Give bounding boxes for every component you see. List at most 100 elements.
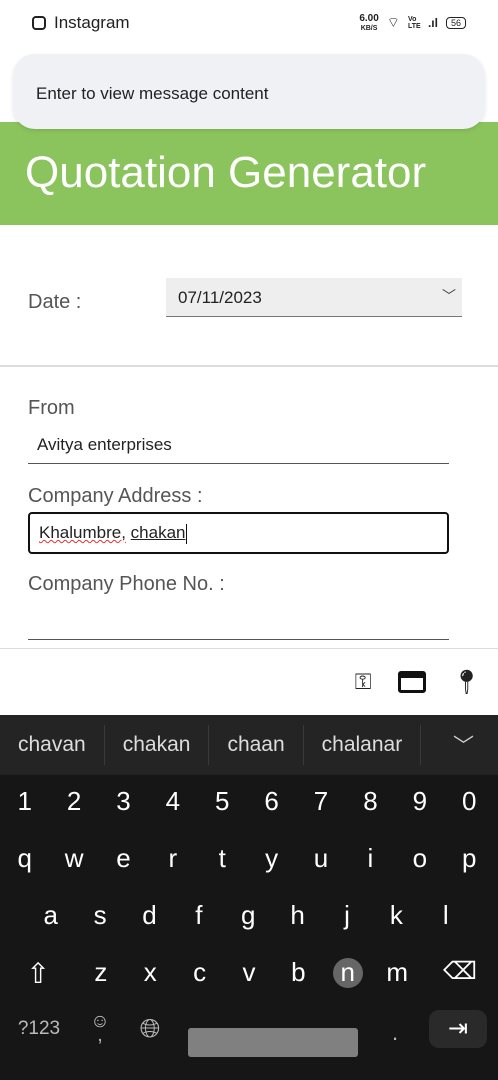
key-label: h (290, 900, 305, 930)
suggestion[interactable]: chavan (0, 725, 105, 765)
key-label: z (94, 957, 108, 987)
key-f[interactable]: f (174, 900, 223, 931)
key-t[interactable]: t (198, 843, 247, 874)
key-label: d (142, 900, 157, 930)
next-key[interactable]: ⇥ (429, 1010, 487, 1048)
key-x[interactable]: x (126, 957, 175, 990)
key-label: t (218, 843, 226, 873)
key-b[interactable]: b (274, 957, 323, 990)
key-q[interactable]: q (0, 843, 49, 874)
key-4[interactable]: 4 (148, 786, 197, 817)
key-label: k (389, 900, 403, 930)
key-d[interactable]: d (125, 900, 174, 931)
key-label: g (241, 900, 256, 930)
key-l[interactable]: l (421, 900, 470, 931)
key-5[interactable]: 5 (198, 786, 247, 817)
key-c[interactable]: c (175, 957, 224, 990)
key-g[interactable]: g (224, 900, 273, 931)
key-label: u (313, 843, 329, 873)
credit-card-icon[interactable] (397, 671, 426, 693)
key-v[interactable]: v (224, 957, 273, 990)
key-j[interactable]: j (322, 900, 371, 931)
status-bar: Instagram 6.00 KB/S ⌔ Vo LTE .ıl 56 (0, 0, 498, 46)
keyboard: chavan chakan chaan chalanar ﹀ 1 2 3 4 5 6 7 8 9… (0, 715, 498, 1080)
key-label: 9 (412, 786, 428, 816)
key-icon[interactable]: ⚿ (355, 669, 372, 695)
app-header: Quotation Generator (0, 122, 498, 225)
symbols-key[interactable]: ?123 (0, 1018, 78, 1040)
key-label: x (143, 957, 157, 987)
divider (0, 365, 498, 367)
volte-label: Vo LTE (407, 16, 421, 30)
speed-unit: KB/S (360, 24, 378, 32)
globe-icon[interactable]: 🌐︎ (122, 1013, 178, 1045)
key-label: 5 (215, 786, 230, 816)
key-3[interactable]: 3 (99, 786, 148, 817)
key-label: s (93, 900, 107, 930)
suggestion[interactable]: chakan (105, 725, 210, 765)
key-n[interactable]: n (323, 957, 372, 990)
key-a[interactable]: a (26, 900, 75, 931)
chevron-down-icon: ﹀ (442, 288, 456, 304)
network-speed: 6.00 (359, 12, 379, 24)
key-u[interactable]: u (296, 843, 345, 874)
shift-key[interactable]: ⇧ (0, 957, 76, 990)
date-select[interactable]: 07/11/2023 ﹀ (166, 278, 462, 317)
wifi-icon: ⌔ (386, 14, 400, 30)
key-label: 7 (313, 786, 329, 816)
emoji-comma-key[interactable]: ☺, (78, 1012, 122, 1046)
key-8[interactable]: 8 (346, 786, 395, 817)
backspace-key[interactable]: ⌫ (422, 957, 498, 990)
key-k[interactable]: k (372, 900, 421, 931)
key-label: 4 (165, 786, 181, 816)
location-pin-icon[interactable]: 📍︎ (452, 668, 482, 697)
key-label: p (461, 843, 477, 873)
company-phone-input[interactable] (28, 602, 449, 640)
key-label: w (64, 843, 84, 873)
key-e[interactable]: e (99, 843, 148, 874)
chevron-down-icon[interactable]: ﹀ (453, 730, 474, 760)
key-label: q (17, 843, 32, 873)
suggestion-strip: chavan chakan chaan chalanar ﹀ (0, 715, 498, 775)
key-m[interactable]: m (372, 957, 421, 990)
notification-banner[interactable]: Enter to view message content (13, 54, 485, 129)
key-label: j (344, 900, 350, 930)
key-label: 0 (461, 786, 477, 816)
key-0[interactable]: 0 (445, 786, 494, 817)
key-label: a (43, 900, 58, 930)
key-label: y (265, 843, 279, 873)
comma-label: , (97, 1025, 103, 1046)
key-1[interactable]: 1 (0, 786, 49, 817)
period-key[interactable]: . (392, 1020, 398, 1046)
key-7[interactable]: 7 (296, 786, 345, 817)
key-6[interactable]: 6 (247, 786, 296, 817)
from-value: Avitya enterprises (37, 435, 172, 454)
key-label: 1 (17, 786, 32, 816)
from-input[interactable]: Avitya enterprises (28, 426, 449, 464)
key-h[interactable]: h (273, 900, 322, 931)
company-address-input[interactable]: Khalumbre, chakan (28, 512, 449, 554)
key-label: r (168, 843, 178, 873)
key-s[interactable]: s (75, 900, 124, 931)
address-word-2: chakan (130, 523, 186, 542)
suggestion[interactable]: chaan (209, 725, 304, 765)
key-r[interactable]: r (148, 843, 197, 874)
key-2[interactable]: 2 (49, 786, 98, 817)
key-label: v (242, 957, 256, 987)
key-label: e (116, 843, 131, 873)
key-w[interactable]: w (49, 843, 98, 874)
key-z[interactable]: z (76, 957, 125, 990)
key-y[interactable]: y (247, 843, 296, 874)
page-title: Quotation Generator (25, 148, 427, 197)
key-o[interactable]: o (395, 843, 444, 874)
notification-app-name: Instagram (54, 13, 130, 32)
notification-text: Enter to view message content (36, 84, 269, 103)
key-9[interactable]: 9 (395, 786, 444, 817)
key-label: o (412, 843, 428, 873)
suggestion[interactable]: chalanar (304, 725, 422, 765)
key-p[interactable]: p (445, 843, 494, 874)
key-label: 6 (264, 786, 279, 816)
key-i[interactable]: i (346, 843, 395, 874)
space-bar[interactable] (188, 1028, 358, 1057)
key-label: l (442, 900, 449, 930)
